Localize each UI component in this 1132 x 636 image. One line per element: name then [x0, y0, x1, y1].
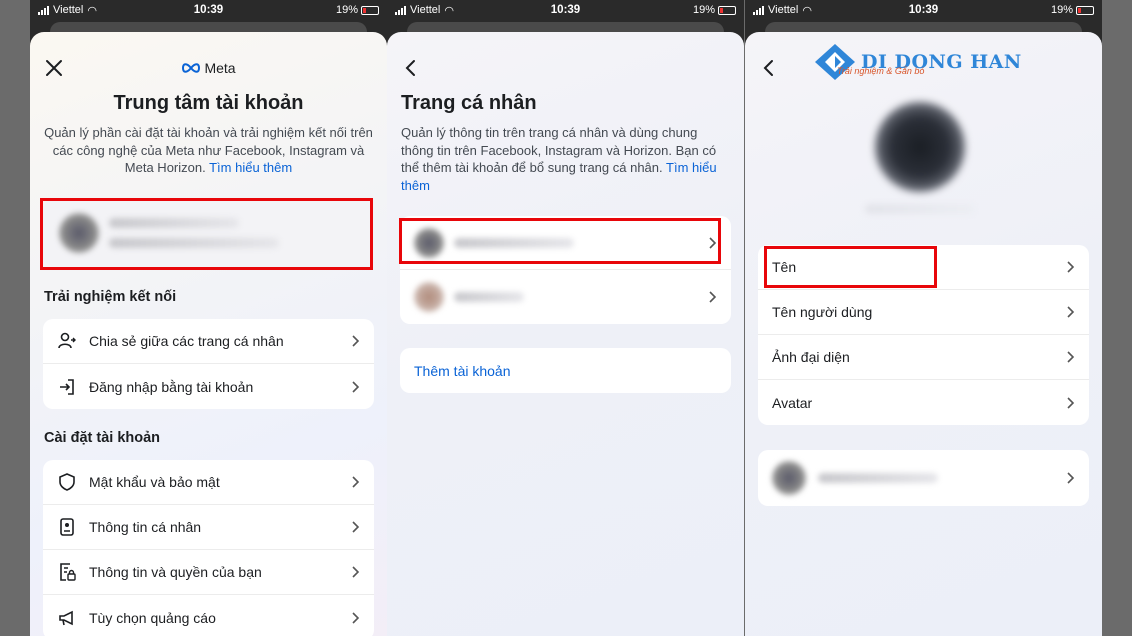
watermark-subtitle: Trải nghiệm & Gắn bó — [837, 66, 925, 76]
list-item-login-with-account[interactable]: Đăng nhập bằng tài khoản — [43, 364, 374, 409]
profile-detail-sheet: DI DONG HAN Trải nghiệm & Gắn bó Tên Tên… — [745, 32, 1102, 636]
profile-name-blurred — [454, 292, 524, 302]
list-item-ad-preferences[interactable]: Tùy chọn quảng cáo — [43, 595, 374, 636]
section-title-connected: Trải nghiệm kết nối — [44, 289, 177, 305]
account-center-sheet: Meta Trung tâm tài khoản Quản lý phần cà… — [30, 32, 387, 636]
linked-account-card — [758, 450, 1089, 506]
login-arrow-icon — [57, 377, 77, 397]
list-item-label: Thông tin và quyền của bạn — [89, 564, 262, 580]
back-icon[interactable] — [759, 58, 779, 78]
screenshot-stage: Viettel ◠ 10:39 19% Meta Trung tâm tài k… — [0, 0, 1132, 636]
chevron-right-icon — [352, 335, 360, 347]
add-account-card: Thêm tài khoản — [400, 348, 731, 393]
battery-icon — [1076, 5, 1094, 15]
page-title: Trang cá nhân — [401, 92, 537, 114]
list-item-password-security[interactable]: Mật khẩu và bảo mật — [43, 460, 374, 505]
linked-account-row[interactable] — [758, 450, 1089, 506]
list-item-share-profiles[interactable]: Chia sẻ giữa các trang cá nhân — [43, 319, 374, 364]
meta-logo: Meta — [30, 60, 387, 76]
chevron-right-icon — [1067, 261, 1075, 273]
list-item-username[interactable]: Tên người dùng — [758, 290, 1089, 335]
settings-card: Mật khẩu và bảo mật Thông tin cá nhân Th… — [43, 460, 374, 636]
status-bar: Viettel ◠ 10:39 19% — [30, 0, 387, 20]
profile-name-blurred — [865, 204, 975, 214]
document-lock-icon — [57, 562, 77, 582]
chevron-right-icon — [352, 380, 360, 393]
list-item-personal-info[interactable]: Thông tin cá nhân — [43, 505, 374, 550]
shield-icon — [57, 472, 77, 492]
watermark-logo: DI DONG HAN — [813, 42, 1022, 82]
diamond-logo-icon — [815, 44, 855, 80]
list-item-label: Thông tin cá nhân — [89, 519, 202, 535]
connected-card: Chia sẻ giữa các trang cá nhân Đăng nhập… — [43, 319, 374, 409]
back-icon[interactable] — [401, 58, 421, 78]
chevron-right-icon — [1067, 396, 1075, 409]
list-item-label: Avatar — [772, 394, 813, 411]
phone-profile-detail: Viettel ◠ 10:39 19% DI DONG HAN Trải ngh… — [745, 0, 1102, 636]
highlight-box — [764, 246, 937, 288]
list-item-your-info-permissions[interactable]: Thông tin và quyền của bạn — [43, 550, 374, 595]
avatar — [875, 102, 965, 192]
meta-logo-text: Meta — [204, 60, 236, 76]
status-time: 10:39 — [550, 4, 581, 16]
battery-label: 19% — [692, 4, 715, 16]
megaphone-icon — [57, 608, 77, 628]
battery-icon — [361, 5, 379, 15]
status-bar: Viettel ◠ 10:39 19% — [387, 0, 744, 20]
id-card-icon — [57, 517, 77, 537]
list-item-label: Tên người dùng — [772, 304, 873, 320]
page-description: Quản lý thông tin trên trang cá nhân và … — [401, 124, 730, 194]
status-time: 10:39 — [193, 4, 224, 16]
profiles-sheet: Trang cá nhân Quản lý thông tin trên tra… — [387, 32, 744, 636]
chevron-right-icon — [352, 611, 360, 624]
status-bar: Viettel ◠ 10:39 19% — [745, 0, 1102, 20]
phone-profiles: Viettel ◠ 10:39 19% Trang cá nhân Quản l… — [387, 0, 744, 636]
highlight-box — [399, 218, 721, 264]
section-title-settings: Cài đặt tài khoản — [44, 430, 161, 446]
list-item-label: Đăng nhập bằng tài khoản — [89, 378, 254, 395]
battery-label: 19% — [1050, 4, 1073, 16]
list-item-profile-picture[interactable]: Ảnh đại diện — [758, 335, 1089, 380]
list-item-label: Tùy chọn quảng cáo — [89, 609, 216, 626]
chevron-right-icon — [1067, 472, 1075, 484]
chevron-right-icon — [1067, 306, 1075, 318]
profile-row[interactable] — [400, 270, 731, 324]
chevron-right-icon — [352, 566, 360, 578]
status-time: 10:39 — [908, 4, 939, 16]
page-title: Trung tâm tài khoản — [113, 92, 304, 114]
account-name-blurred — [818, 473, 938, 483]
chevron-right-icon — [709, 291, 717, 303]
avatar — [772, 461, 806, 495]
chevron-right-icon — [352, 521, 360, 533]
phone-account-center: Viettel ◠ 10:39 19% Meta Trung tâm tài k… — [30, 0, 387, 636]
list-item-label: Chia sẻ giữa các trang cá nhân — [89, 333, 284, 349]
list-item-label: Mật khẩu và bảo mật — [89, 474, 220, 490]
battery-icon — [718, 5, 736, 15]
battery-label: 19% — [335, 4, 358, 16]
avatar — [414, 282, 444, 312]
page-description: Quản lý phần cài đặt tài khoản và trải n… — [44, 124, 373, 177]
learn-more-link[interactable]: Tìm hiểu thêm — [209, 160, 292, 175]
highlight-box — [40, 198, 373, 270]
person-share-icon — [57, 331, 77, 351]
add-account-button[interactable]: Thêm tài khoản — [400, 348, 731, 393]
chevron-right-icon — [1067, 351, 1075, 363]
meta-infinity-icon — [182, 63, 201, 73]
list-item-label: Ảnh đại diện — [772, 349, 850, 365]
list-item-avatar[interactable]: Avatar — [758, 380, 1089, 425]
chevron-right-icon — [352, 476, 360, 488]
